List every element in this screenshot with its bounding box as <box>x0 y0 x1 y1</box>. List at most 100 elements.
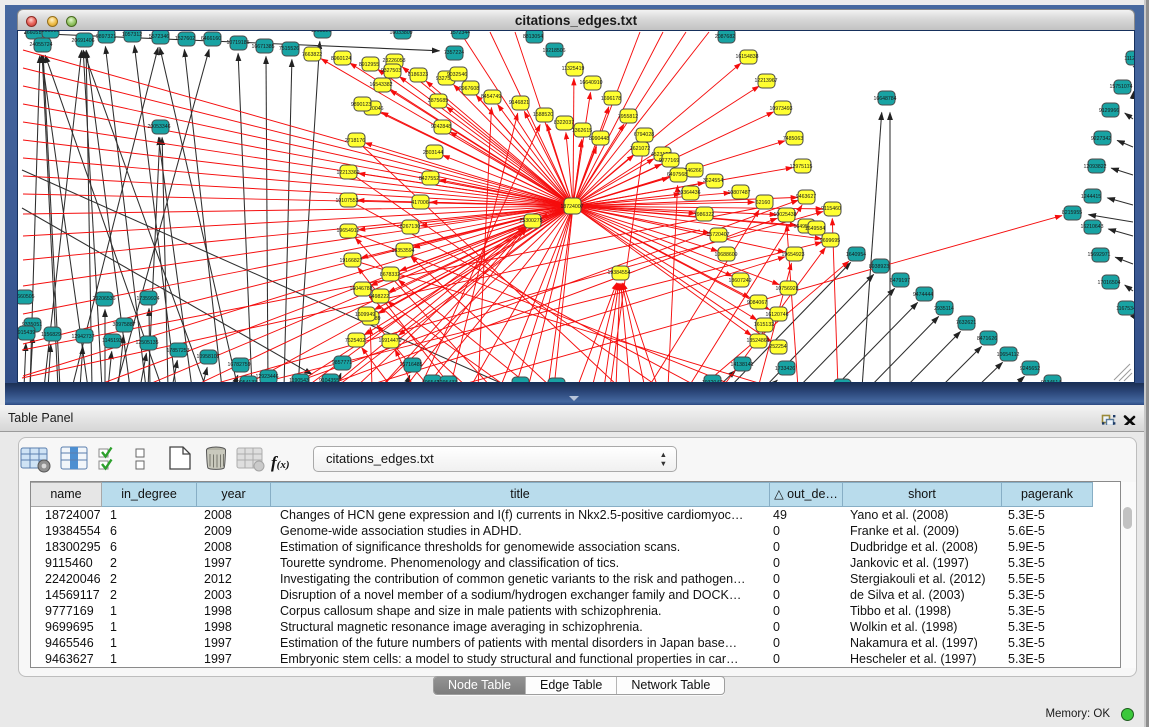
svg-text:6497568: 6497568 <box>667 172 687 178</box>
svg-text:8912955: 8912955 <box>359 62 379 68</box>
svg-text:7986322: 7986322 <box>694 212 714 218</box>
svg-text:7485063: 7485063 <box>783 136 803 142</box>
svg-text:13353594: 13353594 <box>391 248 414 254</box>
svg-text:f(x): f(x) <box>271 453 290 472</box>
svg-text:30975887: 30975887 <box>112 322 135 328</box>
svg-text:8215955: 8215955 <box>1062 210 1082 216</box>
svg-text:1621072: 1621072 <box>630 146 650 152</box>
svg-text:19166827: 19166827 <box>339 258 362 264</box>
svg-text:10719185: 10719185 <box>226 40 249 46</box>
svg-text:1156829: 1156829 <box>41 332 61 338</box>
svg-text:2935114: 2935114 <box>934 306 954 312</box>
svg-text:7663822: 7663822 <box>302 52 322 58</box>
svg-text:16046788: 16046788 <box>349 286 372 292</box>
svg-text:16120746: 16120746 <box>765 312 788 318</box>
svg-text:8471626: 8471626 <box>977 336 997 342</box>
svg-text:17016504: 17016504 <box>1097 280 1120 286</box>
svg-text:9242848: 9242848 <box>431 124 451 130</box>
svg-text:16033809: 16033809 <box>389 31 412 36</box>
svg-text:20691406: 20691406 <box>71 38 94 44</box>
svg-text:2967608: 2967608 <box>459 86 479 92</box>
svg-text:12213967: 12213967 <box>754 78 777 84</box>
svg-text:9890123: 9890123 <box>351 102 371 108</box>
svg-text:8186323: 8186323 <box>408 72 428 78</box>
svg-text:14138141: 14138141 <box>730 362 753 368</box>
svg-text:19654923: 19654923 <box>781 252 804 258</box>
svg-text:16648784: 16648784 <box>873 96 896 102</box>
svg-text:1065326: 1065326 <box>311 31 331 34</box>
svg-text:9463627: 9463627 <box>796 194 816 200</box>
svg-text:2087682: 2087682 <box>715 34 735 40</box>
svg-text:15720407: 15720407 <box>706 232 729 238</box>
svg-text:12093822: 12093822 <box>1083 164 1106 170</box>
svg-text:1733426: 1733426 <box>775 366 795 372</box>
svg-text:12213369: 12213369 <box>336 170 359 176</box>
svg-text:62160: 62160 <box>756 200 771 206</box>
svg-text:1588520: 1588520 <box>533 112 553 118</box>
svg-text:11325419: 11325419 <box>562 66 585 72</box>
svg-text:16154838: 16154838 <box>735 54 758 60</box>
svg-text:1057312: 1057312 <box>122 32 142 38</box>
svg-text:1190543: 1190543 <box>289 378 309 382</box>
svg-text:2803144: 2803144 <box>423 150 443 156</box>
svg-text:10756928: 10756928 <box>775 286 798 292</box>
svg-text:9054133: 9054133 <box>237 380 257 382</box>
svg-text:13524861: 13524861 <box>746 338 769 344</box>
svg-text:1696178: 1696178 <box>601 96 621 102</box>
svg-text:1527602: 1527602 <box>175 36 195 42</box>
svg-text:12942737: 12942737 <box>71 334 94 340</box>
svg-text:2305513: 2305513 <box>39 31 59 34</box>
svg-text:3915439: 3915439 <box>18 330 35 336</box>
svg-text:16914479: 16914479 <box>378 338 401 344</box>
svg-text:9104355: 9104355 <box>319 378 339 382</box>
svg-text:25300275: 25300275 <box>519 218 542 224</box>
svg-text:9474444: 9474444 <box>913 292 933 298</box>
svg-text:7632621: 7632621 <box>956 320 976 326</box>
svg-text:7955812: 7955812 <box>618 114 638 120</box>
svg-text:9699695: 9699695 <box>820 238 840 244</box>
svg-text:8454749: 8454749 <box>481 94 501 100</box>
svg-text:20364436: 20364436 <box>677 190 700 196</box>
svg-text:3624554: 3624554 <box>703 178 723 184</box>
svg-text:1145193: 1145193 <box>102 338 122 344</box>
svg-text:16782759: 16782759 <box>227 362 250 368</box>
svg-text:1649584: 1649584 <box>805 226 825 232</box>
svg-text:8938923: 8938923 <box>869 264 889 270</box>
svg-text:10973493: 10973493 <box>769 106 792 112</box>
svg-text:6466160: 6466160 <box>201 36 221 42</box>
svg-text:8267130: 8267130 <box>400 224 420 230</box>
svg-text:3498222: 3498222 <box>369 294 389 300</box>
svg-text:9777169: 9777169 <box>659 158 679 164</box>
svg-text:8960124: 8960124 <box>331 56 351 62</box>
svg-text:9327503: 9327503 <box>381 68 401 74</box>
svg-text:9115460: 9115460 <box>821 206 841 212</box>
svg-text:2718176: 2718176 <box>345 138 365 144</box>
svg-text:1572344: 1572344 <box>450 31 470 36</box>
svg-text:9032546: 9032546 <box>447 72 467 78</box>
svg-text:252254: 252254 <box>769 344 786 350</box>
svg-text:10025438: 10025438 <box>773 212 796 218</box>
svg-text:10107553: 10107553 <box>335 198 358 204</box>
svg-text:10654112: 10654112 <box>997 352 1020 358</box>
svg-text:15692971: 15692971 <box>1087 252 1110 258</box>
svg-text:1244415: 1244415 <box>1081 194 1101 200</box>
svg-text:6794028: 6794028 <box>634 132 654 138</box>
svg-text:1640954: 1640954 <box>846 252 866 258</box>
svg-text:417006: 417006 <box>411 200 428 206</box>
svg-text:9857771: 9857771 <box>332 360 352 366</box>
svg-text:9227342: 9227342 <box>1091 136 1111 142</box>
svg-text:19218506: 19218506 <box>542 48 565 54</box>
svg-text:23226058: 23226058 <box>382 58 405 64</box>
svg-text:5572346: 5572346 <box>149 34 169 40</box>
svg-text:15716485: 15716485 <box>399 362 422 368</box>
svg-text:1167534: 1167534 <box>1116 306 1134 312</box>
svg-text:6479197: 6479197 <box>890 278 910 284</box>
svg-text:10807487: 10807487 <box>727 190 750 196</box>
svg-text:24055724: 24055724 <box>29 42 52 48</box>
svg-text:18607249: 18607249 <box>728 278 751 284</box>
svg-text:8322037: 8322037 <box>554 120 574 126</box>
svg-text:8990448: 8990448 <box>589 136 609 142</box>
svg-text:20206536: 20206536 <box>92 296 115 302</box>
svg-text:19654912: 19654912 <box>336 228 359 234</box>
svg-text:25660505: 25660505 <box>18 294 35 300</box>
